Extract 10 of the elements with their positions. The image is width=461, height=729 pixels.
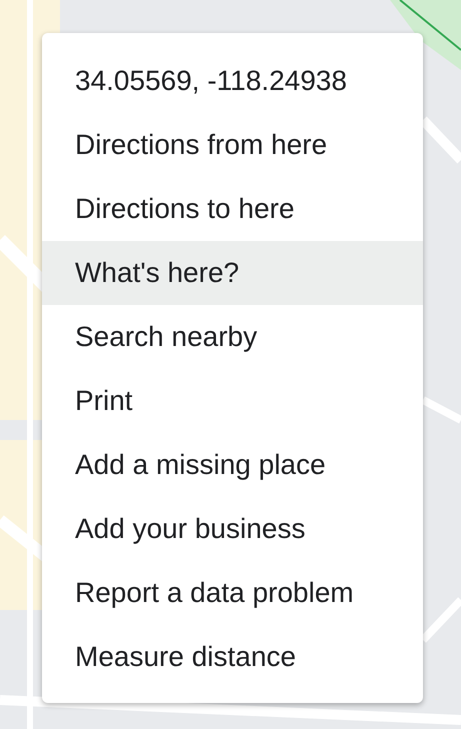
menu-item[interactable]: Search nearby bbox=[42, 305, 423, 369]
menu-item[interactable]: Add your business bbox=[42, 497, 423, 561]
menu-item[interactable]: Print bbox=[42, 369, 423, 433]
menu-item[interactable]: Directions to here bbox=[42, 177, 423, 241]
menu-item[interactable]: Directions from here bbox=[42, 113, 423, 177]
menu-item[interactable]: Report a data problem bbox=[42, 561, 423, 625]
menu-item[interactable]: 34.05569, -118.24938 bbox=[42, 49, 423, 113]
menu-item[interactable]: Add a missing place bbox=[42, 433, 423, 497]
menu-item[interactable]: Measure distance bbox=[42, 625, 423, 689]
menu-item[interactable]: What's here? bbox=[42, 241, 423, 305]
